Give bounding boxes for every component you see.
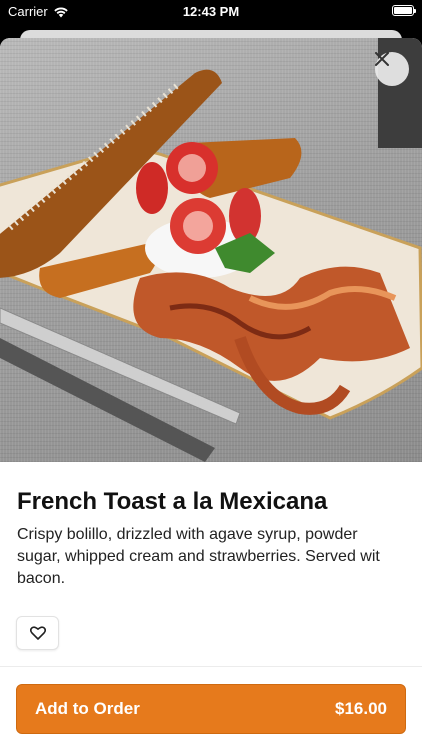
item-photo bbox=[0, 38, 422, 462]
divider bbox=[0, 666, 422, 667]
heart-icon bbox=[29, 626, 46, 640]
close-icon bbox=[375, 52, 389, 66]
item-price: $16.00 bbox=[335, 699, 387, 718]
item-description: Crispy bolillo, drizzled with agave syru… bbox=[17, 526, 380, 587]
status-bar: Carrier 12:43 PM bbox=[0, 0, 422, 24]
add-to-order-label: Add to Order bbox=[35, 699, 140, 718]
battery-icon bbox=[392, 5, 416, 16]
close-button[interactable] bbox=[375, 52, 409, 86]
favorite-button[interactable] bbox=[16, 616, 59, 650]
status-time: 12:43 PM bbox=[182, 4, 240, 19]
item-title: French Toast a la Mexicana bbox=[17, 488, 328, 515]
add-to-order-button[interactable]: Add to Order $16.00 bbox=[16, 684, 406, 734]
food-photo-illustration bbox=[0, 38, 422, 462]
item-detail-sheet: French Toast a la Mexicana Crispy bolill… bbox=[0, 38, 422, 750]
